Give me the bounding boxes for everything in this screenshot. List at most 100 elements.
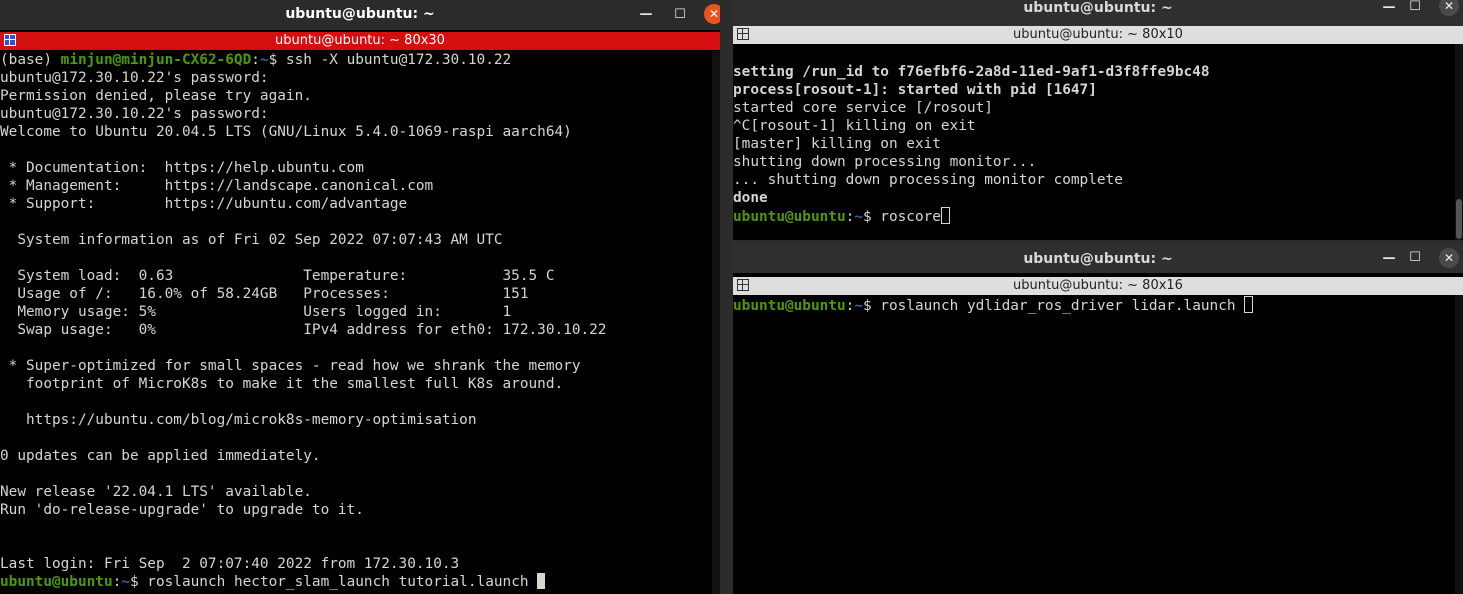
- terminal-text: shutting down processing monitor...: [733, 154, 1037, 170]
- terminal-text: started core service [/rosout]: [733, 100, 993, 116]
- terminal-window-bottom-right[interactable]: ubuntu@ubuntu: ~ — ☐ ✕ ubuntu@ubuntu: ~ …: [733, 243, 1463, 594]
- terminal-text: done: [733, 190, 768, 206]
- terminal-text: setting /run_id to f76efbf6-2a8d-11ed-9a…: [733, 64, 1210, 80]
- terminal-text: :: [112, 574, 122, 590]
- terminal-line: Permission denied, please try again.: [0, 87, 712, 105]
- terminal-line: ubuntu@ubuntu:~$ roscore: [733, 207, 1453, 225]
- terminal-text: ~: [121, 574, 130, 590]
- maximize-button[interactable]: ☐: [670, 5, 690, 25]
- window-titlebar[interactable]: ubuntu@ubuntu: ~ — ☐ ✕: [0, 0, 720, 30]
- terminal-tab-bar[interactable]: ubuntu@ubuntu: ~ 80x10: [733, 26, 1463, 44]
- terminal-line: Memory usage: 5% Users logged in: 1: [0, 303, 712, 321]
- terminal-text: ... shutting down processing monitor com…: [733, 172, 1123, 188]
- terminal-text: footprint of MicroK8s to make it the sma…: [0, 376, 564, 392]
- terminal-line: ^C[rosout-1] killing on exit: [733, 117, 1453, 135]
- terminal-line: New release '22.04.1 LTS' available.: [0, 483, 712, 501]
- terminal-window-left[interactable]: ubuntu@ubuntu: ~ — ☐ ✕ ubuntu@ubuntu: ~ …: [0, 0, 720, 594]
- terminal-text: ubuntu@172.30.10.22's password:: [0, 106, 269, 122]
- terminal-tab-bar[interactable]: ubuntu@ubuntu: ~ 80x30: [0, 32, 720, 50]
- terminal-line: Swap usage: 0% IPv4 address for eth0: 17…: [0, 321, 712, 339]
- terminal-text: * Management: https://landscape.canonica…: [0, 178, 434, 194]
- terminal-text: minjun@minjun-CX62-6QD: [60, 52, 252, 68]
- terminal-line: started core service [/rosout]: [733, 99, 1453, 117]
- terminal-line: [master] killing on exit: [733, 135, 1453, 153]
- maximize-button[interactable]: ☐: [1405, 0, 1425, 17]
- terminal-line: ubuntu@172.30.10.22's password:: [0, 69, 712, 87]
- terminal-text: ~: [854, 298, 863, 314]
- minimize-button[interactable]: —: [1379, 0, 1399, 18]
- terminal-text: $ roscore: [862, 209, 941, 225]
- terminal-text: * Documentation: https://help.ubuntu.com: [0, 160, 364, 176]
- terminal-text: :: [845, 298, 855, 314]
- terminal-text: $ roslaunch hector_slam_launch tutorial.…: [129, 574, 538, 590]
- close-button[interactable]: ✕: [704, 4, 720, 24]
- terminal-line: ... shutting down processing monitor com…: [733, 171, 1453, 189]
- window-titlebar[interactable]: ubuntu@ubuntu: ~ — ☐ ✕: [733, 243, 1463, 273]
- terminal-text: ubuntu@ubuntu: [733, 298, 846, 314]
- terminal-text: ^C[rosout-1] killing on exit: [733, 118, 976, 134]
- scrollbar[interactable]: [1455, 295, 1463, 594]
- terminal-text: * Super-optimized for small spaces - rea…: [0, 358, 581, 374]
- terminal-text: (base): [0, 52, 61, 68]
- terminal-text: New release '22.04.1 LTS' available.: [0, 484, 312, 500]
- terminal-line: System information as of Fri 02 Sep 2022…: [0, 231, 712, 249]
- terminal-text: Run 'do-release-upgrade' to upgrade to i…: [0, 502, 364, 518]
- cursor: [1244, 296, 1254, 313]
- terminal-text: https://ubuntu.com/blog/microk8s-memory-…: [0, 412, 477, 428]
- terminal-text: ubuntu@ubuntu: [733, 209, 846, 225]
- terminal-text: process[rosout-1]: started with pid [164…: [733, 82, 1097, 98]
- terminal-text: * Support: https://ubuntu.com/advantage: [0, 196, 408, 212]
- scrollbar-thumb[interactable]: [1456, 199, 1462, 239]
- terminal-line: 0 updates can be applied immediately.: [0, 447, 712, 465]
- split-terminal-icon[interactable]: [737, 28, 749, 40]
- close-button[interactable]: ✕: [1439, 248, 1459, 268]
- terminal-text: System information as of Fri 02 Sep 2022…: [0, 232, 503, 248]
- terminal-window-top-right[interactable]: ubuntu@ubuntu: ~ — ☐ ✕ ubuntu@ubuntu: ~ …: [733, 0, 1463, 240]
- terminal-output[interactable]: setting /run_id to f76efbf6-2a8d-11ed-9a…: [733, 63, 1453, 225]
- terminal-output[interactable]: ubuntu@ubuntu:~$ roslaunch ydlidar_ros_d…: [733, 296, 1453, 314]
- terminal-line: * Management: https://landscape.canonica…: [0, 177, 712, 195]
- cursor: [940, 207, 950, 224]
- terminal-text: $ roslaunch ydlidar_ros_driver lidar.lau…: [862, 298, 1245, 314]
- minimize-button[interactable]: —: [1379, 249, 1399, 269]
- terminal-line: System load: 0.63 Temperature: 35.5 C: [0, 267, 712, 285]
- cursor: [537, 573, 546, 589]
- window-title: ubuntu@ubuntu: ~: [1023, 0, 1173, 16]
- terminal-text: Last login: Fri Sep 2 07:07:40 2022 from…: [0, 556, 460, 572]
- split-terminal-icon[interactable]: [737, 279, 749, 291]
- terminal-text: :: [251, 52, 260, 68]
- terminal-text: ubuntu@ubuntu: [0, 574, 113, 590]
- maximize-button[interactable]: ☐: [1405, 248, 1425, 268]
- terminal-text: ~: [259, 52, 269, 68]
- terminal-line: (base) minjun@minjun-CX62-6QD:~$ ssh -X …: [0, 51, 712, 69]
- minimize-button[interactable]: —: [636, 5, 656, 25]
- scrollbar[interactable]: [1455, 44, 1463, 240]
- split-terminal-icon[interactable]: [4, 34, 16, 46]
- terminal-line: done: [733, 189, 1453, 207]
- terminal-tab-bar[interactable]: ubuntu@ubuntu: ~ 80x16: [733, 277, 1463, 295]
- terminal-line: * Super-optimized for small spaces - rea…: [0, 357, 712, 375]
- terminal-line: Welcome to Ubuntu 20.04.5 LTS (GNU/Linux…: [0, 123, 712, 141]
- terminal-text: Memory usage: 5% Users logged in: 1: [0, 304, 512, 320]
- terminal-text: :: [845, 209, 855, 225]
- terminal-text: ubuntu@172.30.10.22's password:: [0, 70, 269, 86]
- terminal-line: * Support: https://ubuntu.com/advantage: [0, 195, 712, 213]
- terminal-output[interactable]: (base) minjun@minjun-CX62-6QD:~$ ssh -X …: [0, 51, 712, 591]
- terminal-line: * Documentation: https://help.ubuntu.com: [0, 159, 712, 177]
- terminal-line: footprint of MicroK8s to make it the sma…: [0, 375, 712, 393]
- terminal-line: process[rosout-1]: started with pid [164…: [733, 81, 1453, 99]
- terminal-text: Welcome to Ubuntu 20.04.5 LTS (GNU/Linux…: [0, 124, 572, 140]
- terminal-tab-title: ubuntu@ubuntu: ~ 80x16: [1013, 278, 1183, 293]
- terminal-text: ~: [854, 209, 863, 225]
- terminal-line: setting /run_id to f76efbf6-2a8d-11ed-9a…: [733, 63, 1453, 81]
- terminal-line: Last login: Fri Sep 2 07:07:40 2022 from…: [0, 555, 712, 573]
- terminal-text: System load: 0.63 Temperature: 35.5 C: [0, 268, 555, 284]
- scrollbar[interactable]: [712, 51, 720, 594]
- terminal-text: Permission denied, please try again.: [0, 88, 312, 104]
